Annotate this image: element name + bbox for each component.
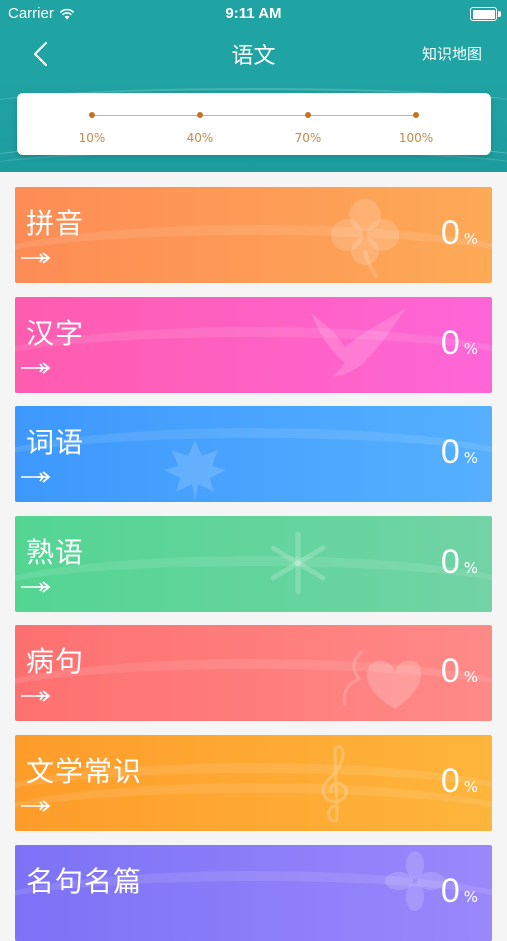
tick-label: 100% <box>398 131 434 145</box>
clock: 9:11 AM <box>225 5 282 22</box>
category-name: 熟语 <box>26 536 85 569</box>
progress-scale-line <box>92 115 416 116</box>
nav-bar: 语文 知识地图 <box>0 30 507 80</box>
progress-percent: 0 % <box>441 872 478 911</box>
tick-label: 10% <box>78 131 106 145</box>
airplane-arrow-icon <box>21 471 51 483</box>
progress-percent: 0 % <box>441 214 478 253</box>
progress-percent: 0 % <box>441 652 478 691</box>
progress-percent: 0 % <box>441 762 478 801</box>
tick-dot <box>413 112 419 118</box>
percent-value: 0 <box>440 214 460 252</box>
percent-unit: % <box>463 230 478 248</box>
airplane-arrow-icon <box>21 800 51 812</box>
category-card-bingju[interactable]: 病句 0 % <box>15 625 492 721</box>
category-card-hanzi[interactable]: 汉字 0 % <box>15 297 492 393</box>
progress-percent: 0 % <box>441 433 478 472</box>
category-name: 词语 <box>26 426 85 459</box>
category-card-wenxue[interactable]: 文学常识 0 % <box>15 735 492 831</box>
category-card-shuyu[interactable]: 熟语 0 % <box>15 516 492 612</box>
tick-label: 70% <box>294 131 322 145</box>
category-card-pinyin[interactable]: 拼音 0 % <box>15 187 492 283</box>
percent-unit: % <box>463 778 478 796</box>
percent-unit: % <box>463 559 478 577</box>
knowledge-map-button[interactable]: 知识地图 <box>422 43 482 64</box>
status-bar: Carrier 9:11 AM <box>0 0 507 30</box>
airplane-arrow-icon <box>21 581 51 593</box>
percent-unit: % <box>463 668 478 686</box>
percent-unit: % <box>463 449 478 467</box>
tick-label: 40% <box>186 131 214 145</box>
percent-value: 0 <box>440 433 460 471</box>
percent-value: 0 <box>440 872 460 910</box>
percent-value: 0 <box>440 543 460 581</box>
category-name: 拼音 <box>26 207 85 240</box>
maple-leaf-icon <box>164 440 226 502</box>
snowflake-icon <box>270 531 326 595</box>
percent-value: 0 <box>440 652 460 690</box>
progress-scale-card: 10% 40% 70% 100% <box>17 93 491 155</box>
progress-percent: 0 % <box>441 543 478 582</box>
category-card-mingju[interactable]: 名句名篇 0 % <box>15 845 492 941</box>
category-name: 病句 <box>26 645 85 678</box>
clover-icon <box>331 199 399 279</box>
category-name: 汉字 <box>26 317 85 350</box>
category-card-ciyu[interactable]: 词语 0 % <box>15 406 492 502</box>
airplane-arrow-icon <box>21 362 51 374</box>
percent-unit: % <box>463 340 478 358</box>
category-name: 名句名篇 <box>26 865 143 898</box>
battery-icon <box>470 7 501 21</box>
percent-value: 0 <box>440 762 460 800</box>
airplane-arrow-icon <box>21 690 51 702</box>
treble-clef-icon <box>321 745 348 823</box>
dove-icon <box>311 309 405 377</box>
progress-percent: 0 % <box>441 324 478 363</box>
tick-dot <box>305 112 311 118</box>
tick-dot <box>197 112 203 118</box>
heart-icon <box>342 649 421 709</box>
category-name: 文学常识 <box>26 755 143 788</box>
percent-unit: % <box>463 888 478 906</box>
airplane-arrow-icon <box>21 252 51 264</box>
percent-value: 0 <box>440 324 460 362</box>
tick-dot <box>89 112 95 118</box>
